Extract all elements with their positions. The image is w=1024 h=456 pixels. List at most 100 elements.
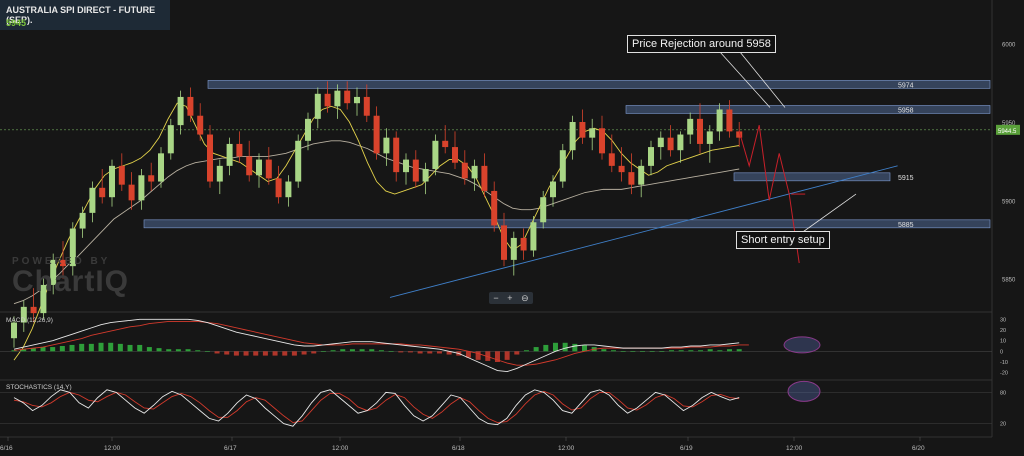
candle-body: [158, 153, 164, 182]
candle-body: [677, 134, 684, 151]
macd-histogram-bar: [50, 347, 56, 352]
macd-histogram-bar: [204, 351, 210, 352]
zoom-reset-icon[interactable]: ⊖: [521, 293, 529, 304]
candle-body: [716, 109, 723, 132]
macd-histogram-bar: [291, 351, 297, 356]
candle-body: [177, 96, 184, 126]
macd-histogram-bar: [427, 351, 433, 354]
macd-histogram-bar: [108, 342, 114, 352]
candle-body: [363, 96, 370, 116]
candle-body: [452, 147, 458, 163]
candle-body: [314, 93, 321, 119]
macd-histogram-bar: [243, 351, 249, 356]
macd-histogram-bar: [282, 351, 288, 356]
stochastics-d-line: [13, 390, 740, 424]
macd-histogram-bar: [475, 351, 481, 360]
candle-body: [393, 137, 400, 173]
zoom-in-button[interactable]: +: [507, 293, 512, 303]
macd-histogram-bar: [98, 342, 104, 352]
candle-body: [471, 165, 478, 179]
macd-histogram-bar: [262, 351, 268, 356]
x-tick-label: 6/16: [0, 445, 13, 452]
zoom-controls: − + ⊖: [489, 292, 533, 304]
candle-body: [540, 197, 547, 223]
candle-body: [628, 172, 635, 185]
macd-histogram-bar: [359, 349, 365, 352]
candle-body: [559, 150, 566, 182]
chart-canvas: 600059505900585059745958591558855944.5MA…: [0, 0, 1020, 452]
candle-body: [648, 147, 654, 166]
candle-body: [226, 143, 233, 166]
level-label-5958: 5958: [898, 107, 914, 114]
candle-body: [334, 90, 341, 107]
zoom-out-button[interactable]: −: [493, 293, 498, 303]
macd-histogram-bar: [233, 351, 239, 356]
macd-histogram-bar: [253, 351, 259, 356]
macd-histogram-bar: [533, 347, 539, 352]
candle-body: [589, 128, 596, 138]
macd-histogram-bar: [678, 350, 684, 352]
candle-body: [236, 143, 243, 157]
level-label-5915: 5915: [898, 175, 914, 182]
macd-y-tick: 30: [1000, 317, 1006, 323]
candle-body: [608, 153, 615, 166]
y-tick-label: 6000: [1002, 43, 1016, 49]
level-zone-5958: [625, 105, 991, 114]
watermark-logo: ChartIQ: [12, 265, 130, 298]
candle-body: [373, 115, 380, 154]
candle-body: [148, 175, 155, 182]
macd-histogram-bar: [156, 348, 162, 352]
candle-body: [167, 125, 174, 154]
candle-body: [687, 118, 694, 135]
macd-histogram-bar: [669, 350, 675, 352]
macd-histogram-bar: [620, 351, 626, 352]
candle-body: [491, 190, 498, 226]
macd-histogram-bar: [166, 349, 172, 352]
macd-histogram-bar: [195, 350, 201, 352]
candle-body: [11, 322, 17, 339]
macd-histogram-bar: [214, 351, 220, 354]
stochastics-y-tick: 80: [1000, 390, 1006, 396]
macd-y-tick: -20: [1000, 371, 1008, 377]
y-tick-label: 5850: [1002, 278, 1016, 284]
candle-body: [265, 159, 272, 179]
macd-histogram-bar: [272, 351, 278, 356]
candle-body: [697, 118, 703, 144]
candle-body: [481, 165, 488, 191]
symbol-header: AUSTRALIA SPI DIRECT - FUTURE (SEP). 594…: [0, 0, 170, 30]
macd-highlight-circle: [783, 336, 821, 354]
stochastics-y-tick: 20: [1000, 422, 1006, 428]
candle-body: [99, 187, 106, 198]
candle-body: [30, 306, 37, 314]
macd-histogram-bar: [320, 351, 326, 352]
macd-histogram-bar: [185, 349, 191, 352]
macd-histogram-bar: [688, 350, 694, 352]
last-price: 5945: [6, 18, 27, 28]
macd-histogram-bar: [340, 349, 346, 352]
macd-histogram-bar: [698, 350, 704, 352]
candle-body: [216, 165, 223, 182]
level-zone-5885: [143, 219, 991, 229]
macd-histogram-bar: [301, 351, 307, 355]
level-label-5885: 5885: [898, 222, 914, 229]
macd-y-tick: 0: [1000, 349, 1003, 355]
candle-body: [118, 165, 125, 185]
macd-histogram-bar: [417, 351, 423, 354]
macd-histogram-bar: [88, 343, 94, 352]
macd-histogram-bar: [736, 349, 742, 352]
candle-body: [657, 137, 664, 148]
candle-body: [618, 165, 625, 173]
level-label-5974: 5974: [898, 82, 914, 89]
macd-histogram-bar: [59, 346, 65, 352]
x-tick-label: 12:00: [104, 445, 121, 452]
candle-body: [354, 96, 360, 104]
candle-body: [89, 187, 96, 213]
x-tick-label: 6/17: [224, 445, 237, 452]
x-tick-label: 6/18: [452, 445, 465, 452]
candle-body: [187, 96, 194, 116]
macd-histogram-bar: [601, 349, 607, 352]
candle-body: [197, 115, 204, 135]
macd-histogram-bar: [610, 350, 616, 352]
candle-body: [403, 159, 409, 173]
macd-title: MACD (12,26,9): [6, 317, 53, 324]
